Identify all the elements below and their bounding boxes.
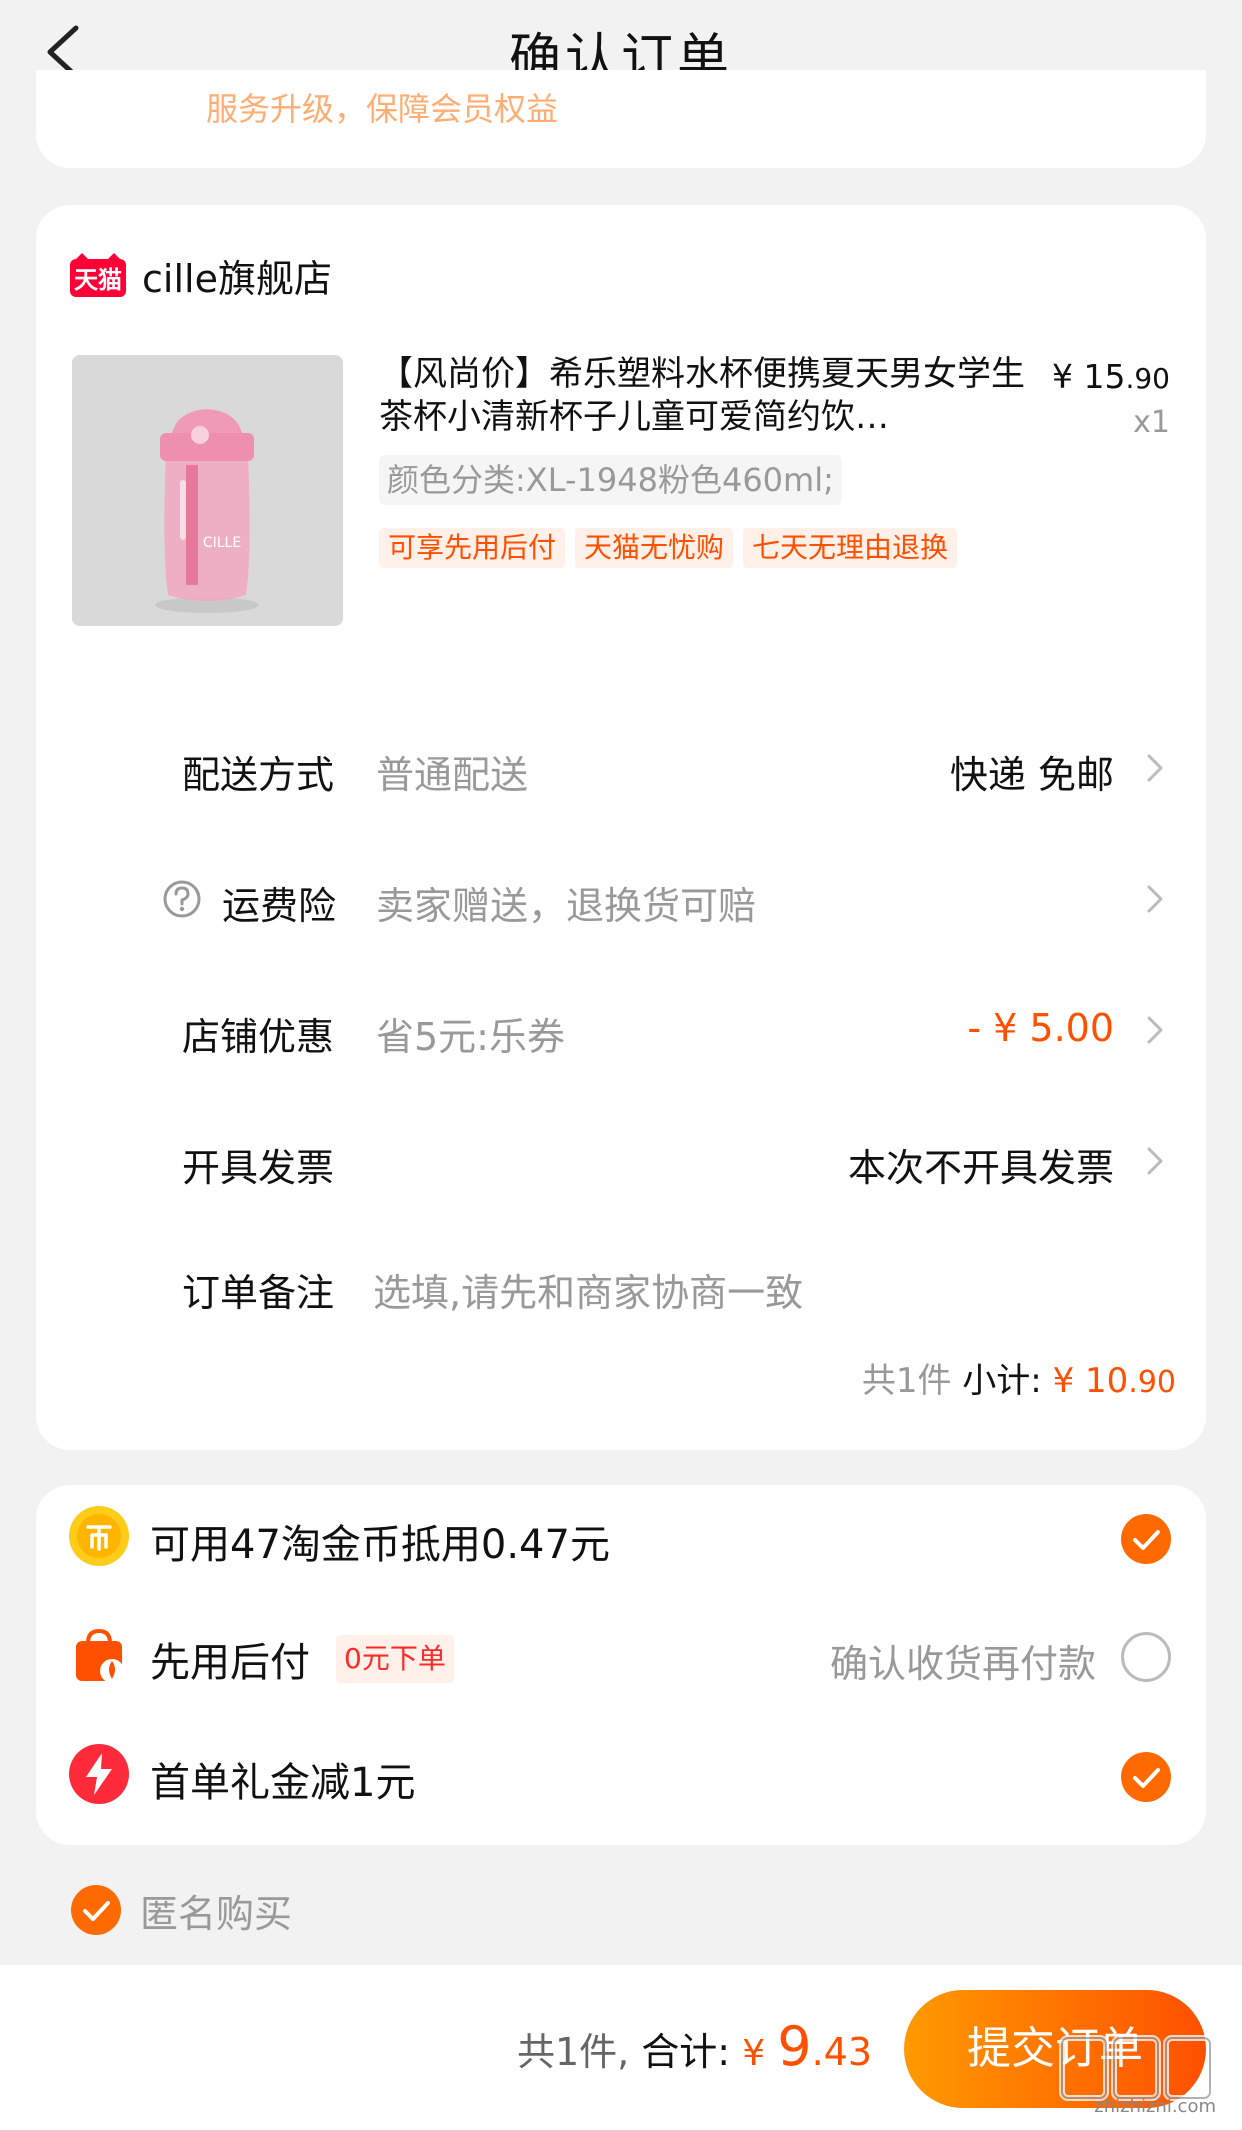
question-icon[interactable] — [162, 879, 202, 919]
product-image-text: CILLE — [203, 535, 241, 551]
coin-icon — [69, 1506, 129, 1566]
checked-icon[interactable] — [1120, 1751, 1172, 1803]
delivery-label: 配送方式 — [182, 753, 335, 797]
tmall-logo-text: 天猫 — [74, 266, 122, 294]
product-tags: 可享先用后付 天猫无忧购 七天无理由退换 — [379, 528, 958, 568]
delivery-row[interactable]: 配送方式 普通配送 快递 免邮 — [36, 726, 1206, 806]
checked-icon[interactable] — [1120, 1513, 1172, 1565]
chevron-right-icon — [1147, 754, 1163, 782]
lightning-icon — [69, 1744, 129, 1804]
checked-icon[interactable] — [70, 1884, 122, 1936]
chevron-right-icon — [1147, 885, 1163, 913]
insurance-value: 卖家赠送，退换货可赔 — [376, 884, 757, 928]
first-order-gift-text: 首单礼金减1元 — [150, 1760, 416, 1806]
note-row: 订单备注 选填,请先和商家协商一致 — [36, 1244, 1206, 1324]
total-count: 共1件, — [516, 2030, 630, 2074]
pay-later-row[interactable]: 先用后付 0元下单 确认收货再付款 — [36, 1603, 1206, 1703]
discount-label: 店铺优惠 — [182, 1015, 335, 1059]
product-image[interactable]: CILLE — [72, 355, 343, 626]
product-price: ¥ 15.90 — [1051, 357, 1170, 396]
discount-value: 省5元:乐券 — [376, 1015, 565, 1059]
pay-later-badge: 0元下单 — [336, 1635, 454, 1683]
anonymous-purchase[interactable]: 匿名购买 — [70, 1880, 292, 1940]
total-amount-dec: .43 — [811, 2030, 872, 2074]
tag-seven-day-return: 七天无理由退换 — [743, 528, 958, 568]
product-sku[interactable]: 颜色分类:XL-1948粉色460ml; — [379, 455, 842, 505]
tmall-logo-icon: 天猫 — [70, 253, 126, 297]
chevron-right-icon — [1147, 1147, 1163, 1175]
invoice-row[interactable]: 开具发票 本次不开具发票 — [36, 1119, 1206, 1199]
coins-text: 可用47淘金币抵用0.47元 — [150, 1522, 610, 1568]
order-total: 共1件, 合计: ¥ 9.43 — [517, 2015, 872, 2078]
insurance-label: 运费险 — [222, 884, 337, 928]
pay-later-text: 先用后付 — [150, 1640, 310, 1686]
insurance-row[interactable]: 运费险 卖家赠送，退换货可赔 — [36, 857, 1206, 937]
note-label: 订单备注 — [182, 1271, 335, 1315]
previous-card-text: 服务升级，保障会员权益 — [206, 90, 559, 128]
total-label: 合计: — [641, 2030, 731, 2074]
discount-row[interactable]: 店铺优惠 省5元:乐券 - ¥ 5.00 — [36, 988, 1206, 1068]
coins-row[interactable]: 可用47淘金币抵用0.47元 — [36, 1485, 1206, 1585]
delivery-method: 快递 免邮 — [949, 753, 1114, 797]
tag-worry-free: 天猫无忧购 — [575, 528, 734, 568]
total-amount-int: 9 — [777, 2015, 812, 2078]
order-card: 天猫 cille旗舰店 CILLE 【风尚价】希乐塑料水杯便携夏天男女学生茶杯小… — [36, 205, 1206, 1450]
subtotal-label: 小计: — [962, 1361, 1042, 1401]
delivery-value: 普通配送 — [376, 753, 529, 797]
product-quantity: x1 — [1133, 405, 1170, 440]
previous-card: 服务升级，保障会员权益 — [36, 70, 1206, 168]
total-currency: ¥ — [742, 2033, 766, 2074]
payment-options-card: 可用47淘金币抵用0.47元 先用后付 0元下单 确认收货再付款 首单礼金减1元 — [36, 1485, 1206, 1845]
invoice-value: 本次不开具发票 — [847, 1146, 1114, 1190]
tag-pay-later: 可享先用后付 — [379, 528, 566, 568]
subtotal-amount: ¥ 10.90 — [1052, 1361, 1176, 1401]
watermark-text: zhizhizhi.com — [1094, 2096, 1216, 2117]
subtotal-count: 共1件 — [861, 1361, 952, 1401]
pay-later-hint: 确认收货再付款 — [829, 1642, 1096, 1686]
first-order-gift-row[interactable]: 首单礼金减1元 — [36, 1723, 1206, 1823]
anonymous-label: 匿名购买 — [140, 1891, 293, 1936]
unchecked-icon[interactable] — [1120, 1631, 1172, 1683]
bag-icon — [76, 1628, 124, 1683]
invoice-label: 开具发票 — [182, 1146, 335, 1190]
chevron-right-icon — [1147, 1016, 1163, 1044]
subtotal: 共1件 小计: ¥ 10.90 — [862, 1353, 1176, 1402]
discount-amount: - ¥ 5.00 — [967, 1006, 1114, 1050]
shop-header[interactable]: 天猫 cille旗舰店 — [70, 245, 332, 305]
shop-name: cille旗舰店 — [142, 256, 332, 301]
note-input[interactable]: 选填,请先和商家协商一致 — [373, 1262, 803, 1317]
product-title[interactable]: 【风尚价】希乐塑料水杯便携夏天男女学生茶杯小清新杯子儿童可爱简约饮… — [379, 353, 1049, 439]
